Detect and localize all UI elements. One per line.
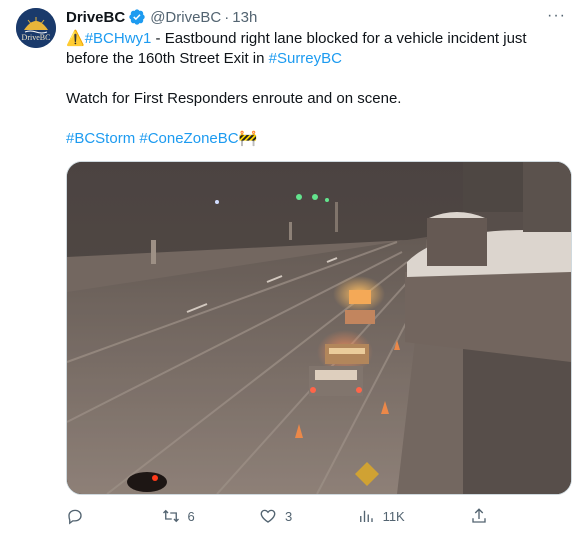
views-button[interactable]: 11K: [357, 507, 470, 525]
construction-emoji-icon: 🚧: [238, 130, 258, 147]
avatar-label: DriveBC: [21, 33, 51, 42]
share-icon: [472, 508, 486, 523]
share-button[interactable]: [470, 507, 496, 525]
hashtag-bchwy1[interactable]: #BCHwy1: [85, 30, 152, 47]
incident-text-2: before the 160th Street Exit in: [66, 50, 269, 67]
like-count: 3: [285, 508, 293, 524]
like-button[interactable]: 3: [259, 507, 357, 525]
reply-icon: [68, 509, 82, 525]
views-count: 11K: [382, 508, 405, 524]
retweet-count: 6: [187, 508, 195, 524]
retweet-icon: [162, 509, 179, 523]
user-handle[interactable]: @DriveBC: [150, 9, 221, 26]
tweet[interactable]: DriveBC DriveBC @DriveBC · 13h ··· ⚠️#BC…: [0, 0, 582, 535]
hashtag-surreybc[interactable]: #SurreyBC: [269, 50, 342, 67]
bc-crest-icon: [16, 8, 56, 48]
text-line-1: ⚠️#BCHwy1 - Eastbound right lane blocked…: [66, 29, 566, 49]
retweet-button[interactable]: 6: [162, 507, 260, 525]
hashtag-conezonebc[interactable]: #ConeZoneBC: [139, 130, 238, 147]
verified-badge-icon[interactable]: [128, 8, 146, 26]
text-line-3: Watch for First Responders enroute and o…: [66, 90, 402, 107]
text-line-4: #BCStorm #ConeZoneBC🚧: [66, 129, 566, 149]
text-line-2: before the 160th Street Exit in #SurreyB…: [66, 49, 566, 69]
timestamp[interactable]: 13h: [232, 9, 257, 26]
warning-emoji-icon: ⚠️: [66, 30, 85, 47]
separator-dot: ·: [224, 8, 230, 26]
views-chart-icon: [359, 510, 373, 522]
tweet-header: DriveBC @DriveBC · 13h ···: [66, 7, 570, 27]
hashtag-bcstorm[interactable]: #BCStorm: [66, 130, 135, 147]
reply-button[interactable]: [66, 507, 162, 525]
traffic-camera-image[interactable]: [66, 161, 572, 495]
display-name[interactable]: DriveBC: [66, 9, 125, 26]
action-bar: 6 3 11K: [66, 506, 496, 526]
heart-icon: [260, 509, 276, 523]
avatar[interactable]: DriveBC: [16, 8, 56, 48]
tweet-text: ⚠️#BCHwy1 - Eastbound right lane blocked…: [66, 29, 566, 149]
more-options-icon[interactable]: ···: [547, 7, 566, 25]
incident-text-1: - Eastbound right lane blocked for a veh…: [151, 30, 527, 47]
